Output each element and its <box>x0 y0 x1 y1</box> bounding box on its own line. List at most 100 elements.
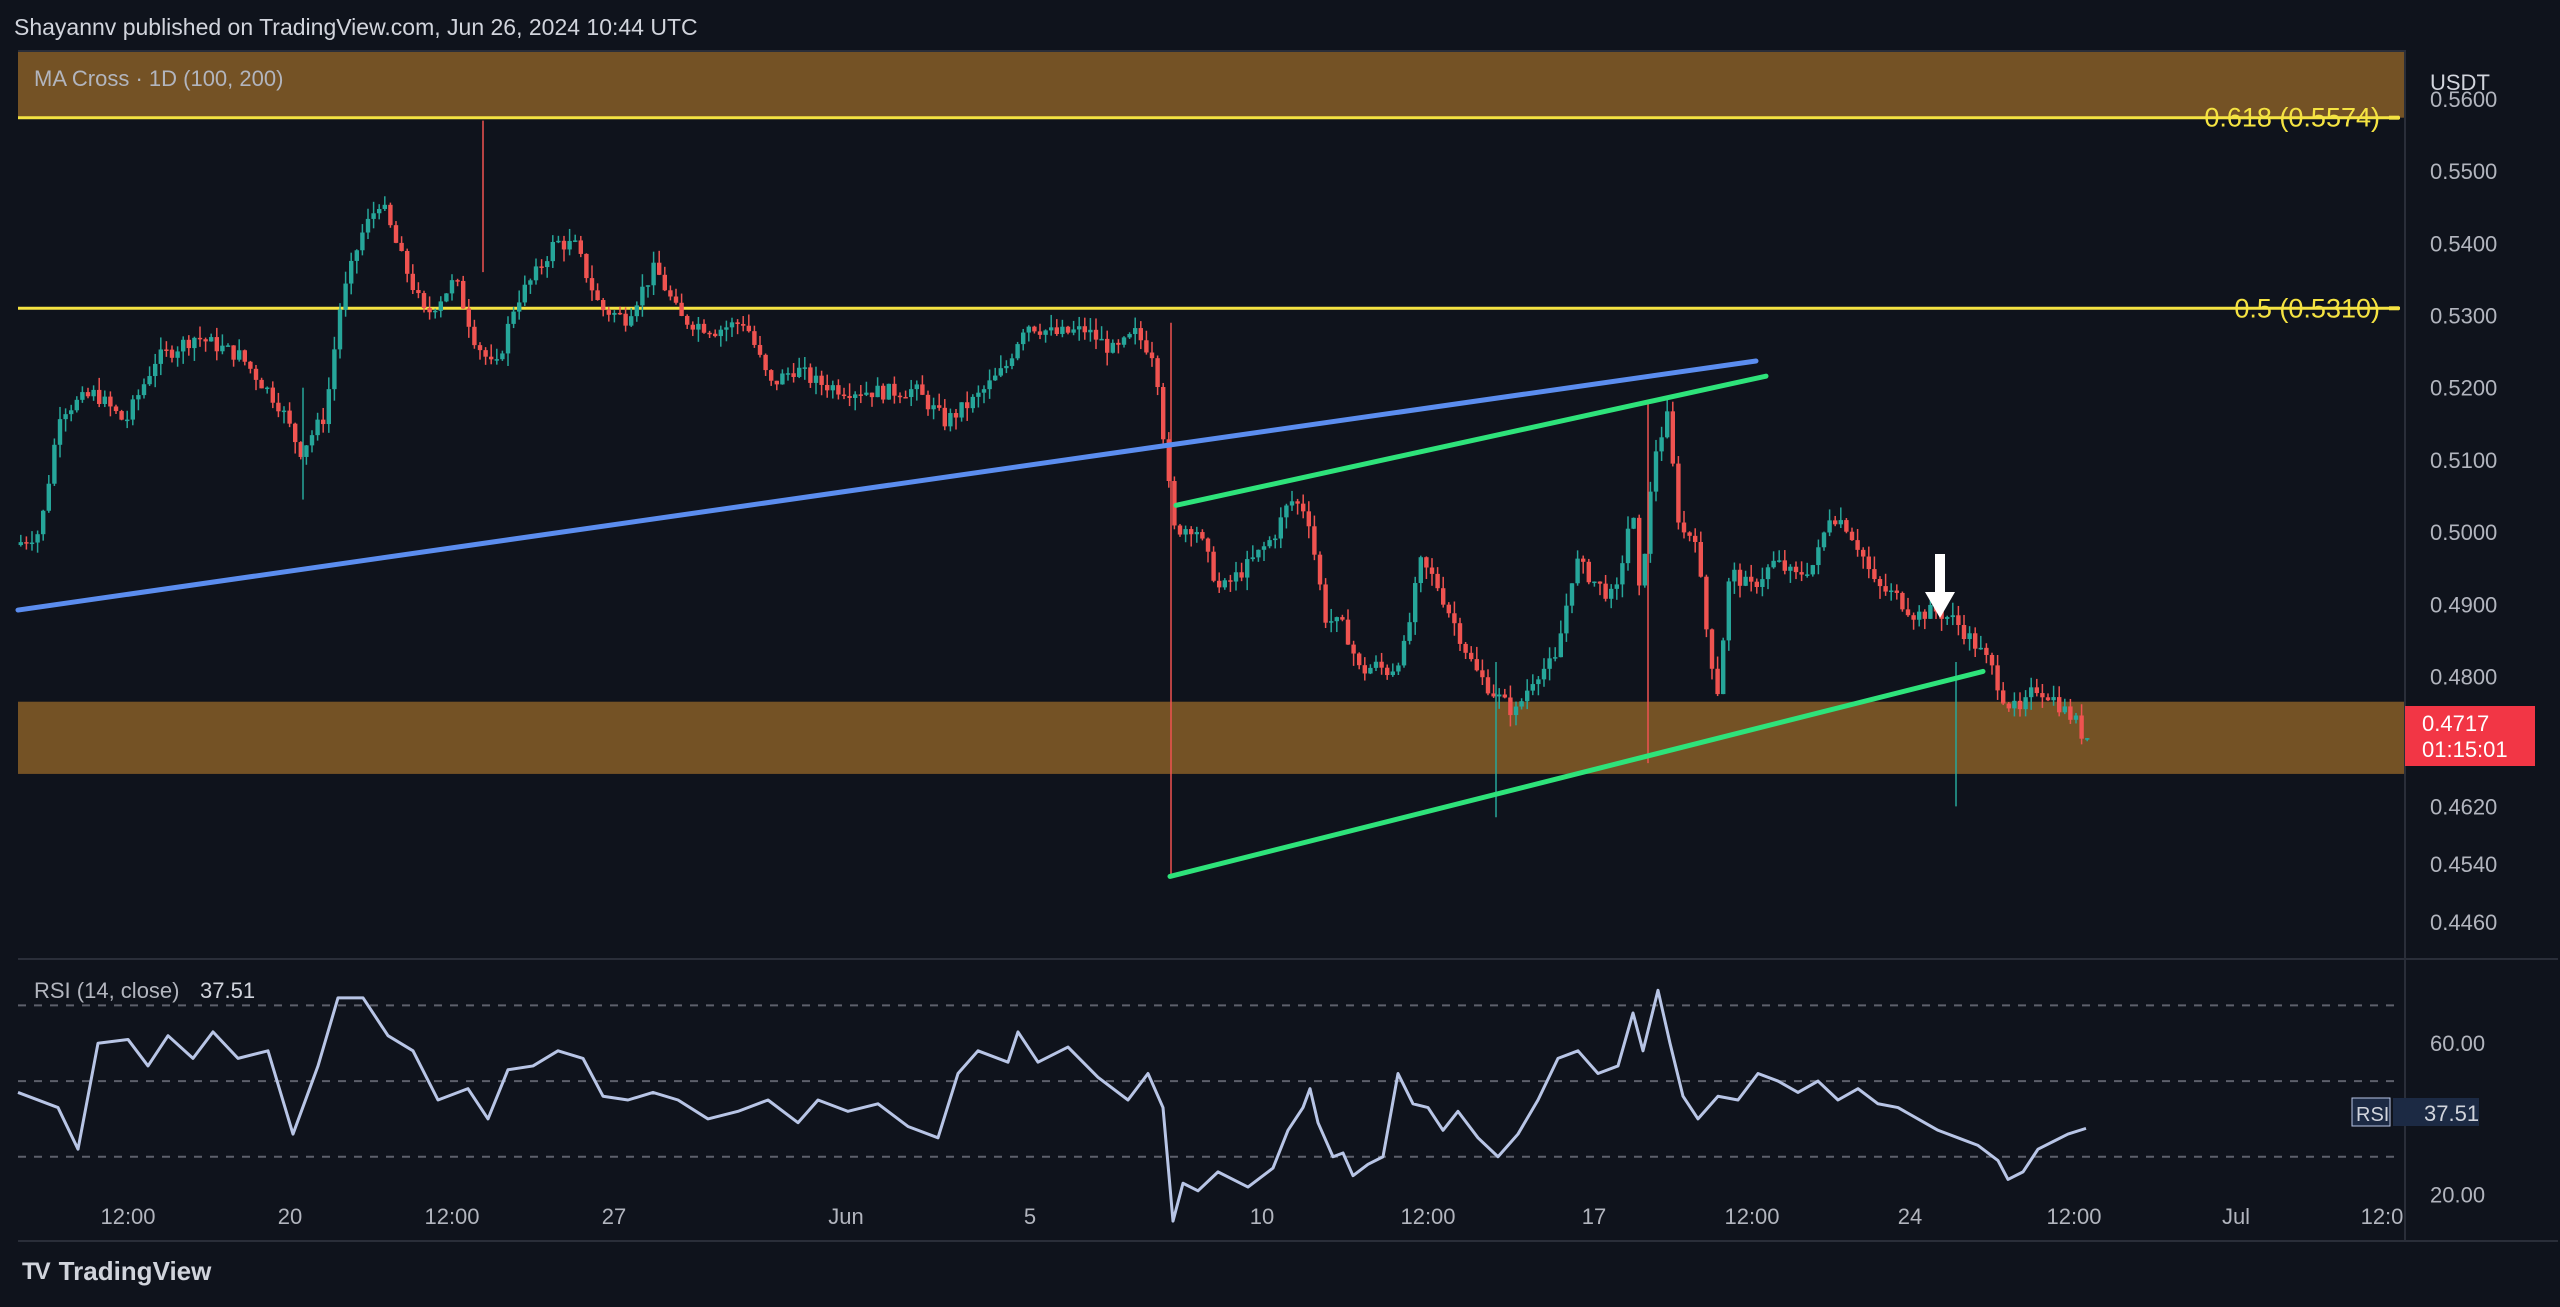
candle-body <box>164 349 169 351</box>
rsi-last-tag-value: 37.51 <box>2424 1101 2479 1126</box>
y-tick-label: 0.5300 <box>2430 303 2497 328</box>
candle-body <box>421 293 427 309</box>
candle-body <box>287 410 292 424</box>
candle-body <box>729 322 735 328</box>
y-tick-label: 0.4800 <box>2430 664 2497 689</box>
candle-body <box>2001 690 2006 704</box>
candle-body <box>601 300 606 311</box>
candle-body <box>1782 560 1787 571</box>
candle-body <box>1026 326 1031 333</box>
price-pane-top-border <box>18 50 2404 52</box>
candle-body <box>1071 329 1076 333</box>
y-tick-label: 0.4460 <box>2430 910 2497 935</box>
candle-body <box>1385 667 1390 676</box>
rsi-indicator-label[interactable]: RSI (14, close) <box>34 978 180 1003</box>
candle-body <box>757 344 763 355</box>
candle-body <box>1088 329 1093 333</box>
candle-body <box>1659 437 1664 452</box>
candle-body <box>1793 566 1799 573</box>
candle-body <box>981 389 987 393</box>
zone-0 <box>18 52 2404 118</box>
indicator-label[interactable]: MA Cross · 1D (100, 200) <box>34 66 283 91</box>
candle-body <box>365 218 371 233</box>
candle-body <box>1312 526 1317 555</box>
candle-body <box>875 385 880 398</box>
candle-body <box>914 384 919 390</box>
candle-body <box>1362 665 1367 674</box>
candle-body <box>1077 326 1082 330</box>
candle-body <box>1833 520 1838 525</box>
candle-body <box>1138 328 1143 341</box>
candle-body <box>405 250 410 274</box>
candle-body <box>724 327 729 330</box>
candle-body <box>253 368 259 380</box>
candle-body <box>1995 665 2000 691</box>
candle-body <box>153 363 158 377</box>
candle-body <box>2029 687 2034 698</box>
candle-body <box>259 379 264 389</box>
y-tick-label: 0.4620 <box>2430 794 2497 819</box>
candle-body <box>136 395 141 400</box>
candle-body <box>1569 583 1575 606</box>
candle-body <box>1950 615 1955 618</box>
fib-tick-0 <box>2389 115 2399 120</box>
candle-body <box>1446 604 1451 614</box>
candle-body <box>125 419 130 422</box>
candle-body <box>113 406 119 412</box>
candle-body <box>1592 581 1597 584</box>
candle-body <box>1239 572 1244 578</box>
fib-tick-1 <box>2389 306 2399 311</box>
candle-body <box>1099 338 1104 341</box>
candle-body <box>2051 697 2056 701</box>
candle-body <box>1726 581 1731 641</box>
pane-divider <box>18 958 2558 960</box>
candle-body <box>175 351 180 358</box>
candle-body <box>517 302 522 312</box>
candle-body <box>791 373 796 377</box>
candle-body <box>1597 581 1603 584</box>
candle-body <box>1737 569 1743 586</box>
candle-body <box>472 326 477 346</box>
candle-body <box>1373 661 1379 668</box>
candle-body <box>46 483 51 511</box>
candle-body <box>1866 556 1871 570</box>
candle-body <box>1956 615 1961 625</box>
candle-body <box>1474 659 1479 671</box>
candle-body <box>1334 617 1339 622</box>
candle-body <box>1351 644 1356 654</box>
candle-body <box>427 308 432 313</box>
brand[interactable]: TV TradingView <box>22 1256 211 1287</box>
candle-body <box>1340 617 1345 620</box>
candle-body <box>864 392 869 395</box>
candle-body <box>1497 694 1502 697</box>
candle-body <box>192 337 197 349</box>
candle-body <box>1183 529 1188 535</box>
candle-body <box>1788 566 1793 571</box>
candle-body <box>886 383 891 400</box>
candle-body <box>1463 643 1468 653</box>
candle-body <box>629 316 634 326</box>
candle-body <box>841 394 847 397</box>
y-tick-label: 0.5100 <box>2430 448 2497 473</box>
candle-body <box>477 345 483 351</box>
candle-body <box>701 323 707 333</box>
x-tick-label: 27 <box>602 1204 626 1229</box>
candle-body <box>522 284 527 303</box>
y-tick-label: 0.5200 <box>2430 376 2497 401</box>
candle-body <box>1581 558 1586 562</box>
candle-body <box>1732 569 1737 582</box>
candle-body <box>1301 503 1306 512</box>
x-tick-label: 5 <box>1024 1204 1036 1229</box>
candle-body <box>662 274 667 291</box>
candle-body <box>2006 703 2011 709</box>
candle-body <box>920 384 925 395</box>
candle-body <box>1883 586 1888 592</box>
candle-body <box>1250 557 1255 560</box>
candle-body <box>897 395 903 398</box>
candle-body <box>1625 528 1631 564</box>
candle-body <box>1709 629 1715 669</box>
x-tick-label: Jul <box>2222 1204 2250 1229</box>
last-price-value: 0.4717 <box>2422 711 2489 736</box>
candle-body <box>1558 633 1563 658</box>
candle-body <box>1278 517 1283 539</box>
